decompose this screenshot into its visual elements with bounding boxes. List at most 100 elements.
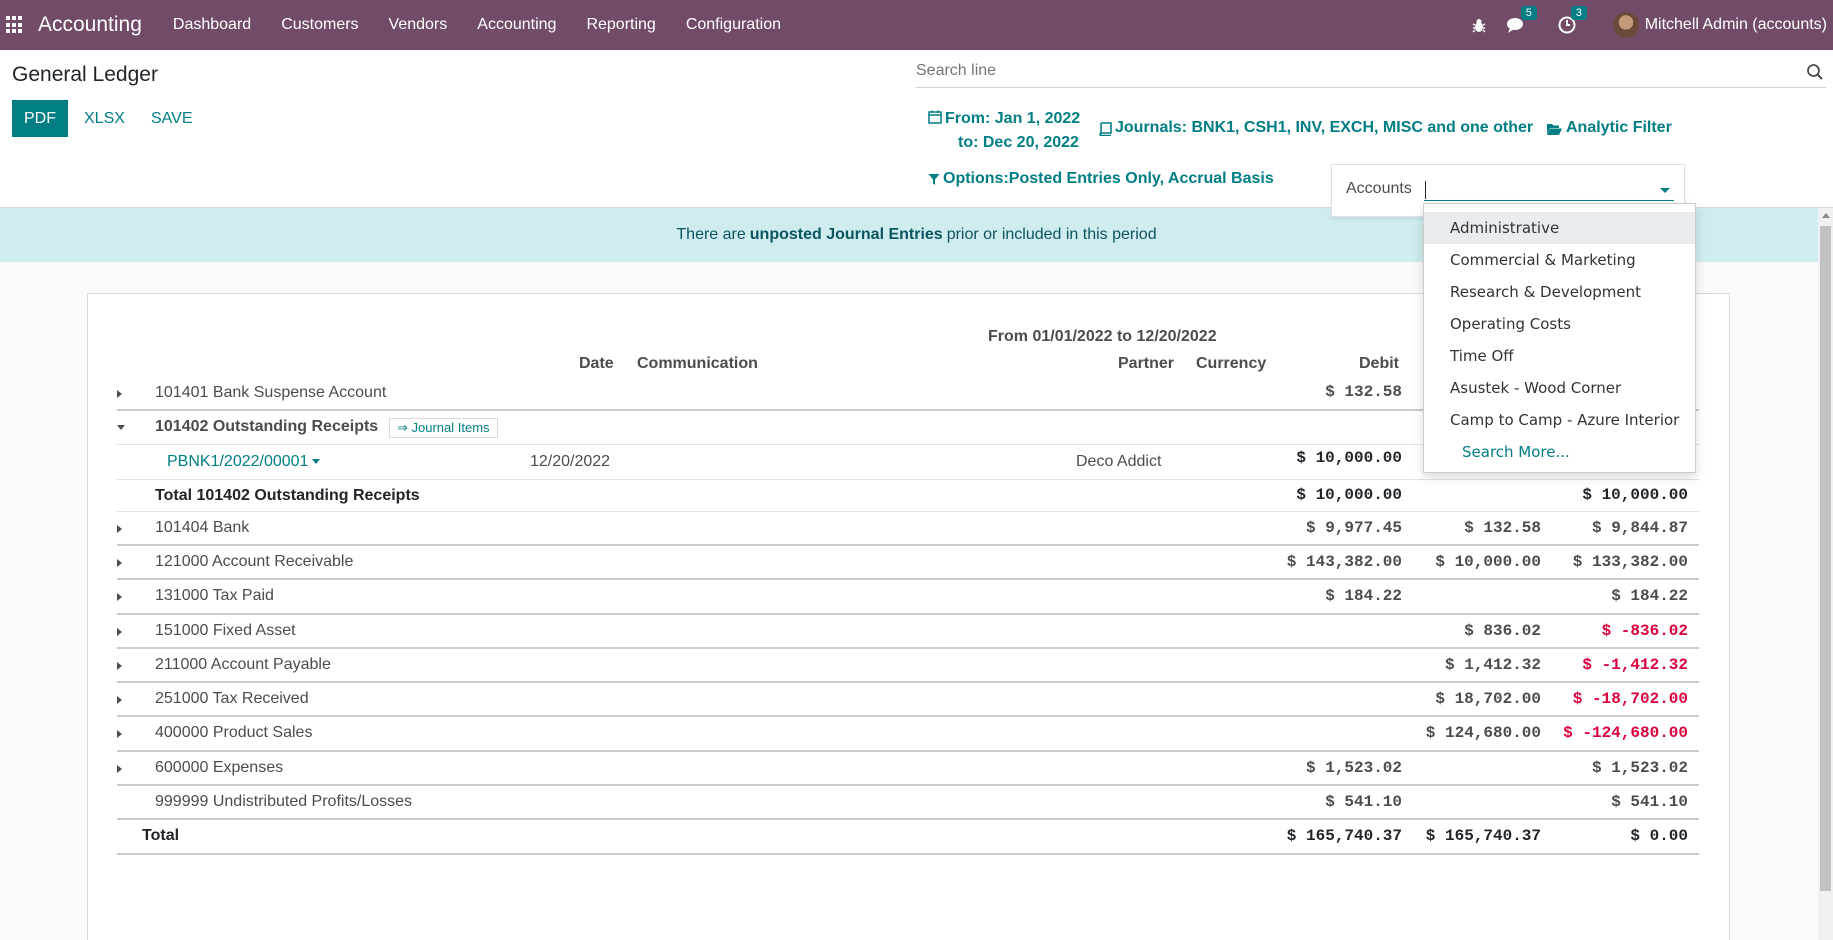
account-name: 101404 Bank xyxy=(155,519,250,536)
expand-caret-icon[interactable] xyxy=(117,559,122,567)
search-input[interactable] xyxy=(916,60,1776,80)
balance-value: $ -18,702.00 xyxy=(1572,690,1688,708)
expand-caret-icon[interactable] xyxy=(117,593,122,601)
expand-caret-icon[interactable] xyxy=(117,696,122,704)
account-name: 131000 Tax Paid xyxy=(155,587,274,604)
xlsx-button[interactable]: XLSX xyxy=(84,100,125,137)
debit-value: $ 143,382.00 xyxy=(1286,553,1402,571)
account-name: 211000 Account Payable xyxy=(155,656,331,673)
filter-icon xyxy=(928,174,940,185)
expand-caret-icon[interactable] xyxy=(117,662,122,670)
book-icon xyxy=(1099,122,1112,136)
page-scrollbar[interactable] xyxy=(1818,208,1833,940)
dropdown-arrow-icon[interactable] xyxy=(1660,188,1670,193)
dropdown-option[interactable]: Research & Development xyxy=(1424,276,1695,308)
accounts-dropdown: Administrative Commercial & Marketing Re… xyxy=(1423,203,1696,473)
debit-value: $ 184.22 xyxy=(1325,587,1402,605)
dropdown-option[interactable]: Administrative xyxy=(1424,212,1695,244)
options-filter[interactable]: Options:Posted Entries Only, Accrual Bas… xyxy=(928,170,1274,188)
messages-badge: 5 xyxy=(1520,6,1537,20)
expand-caret-icon[interactable] xyxy=(117,390,122,398)
expand-caret-icon[interactable] xyxy=(117,525,122,533)
search-more-link[interactable]: Search More... xyxy=(1424,436,1695,468)
balance-value: $ -836.02 xyxy=(1601,622,1688,640)
messages-icon[interactable]: 5 xyxy=(1506,6,1537,35)
expand-caret-icon[interactable] xyxy=(117,730,122,738)
text-cursor xyxy=(1425,181,1426,199)
date-filter[interactable]: From: Jan 1, 2022 to: Dec 20, 2022 xyxy=(928,107,1080,155)
account-name: 400000 Product Sales xyxy=(155,724,313,741)
analytic-label: Analytic Filter xyxy=(1566,119,1672,136)
apps-menu-icon[interactable] xyxy=(6,16,24,34)
pdf-button[interactable]: PDF xyxy=(12,100,68,137)
collapse-caret-icon[interactable] xyxy=(117,425,125,430)
table-row[interactable]: 101404 Bank xyxy=(117,512,1699,546)
table-row[interactable]: 600000 Expenses xyxy=(117,752,1699,786)
menu-accounting[interactable]: Accounting xyxy=(462,16,571,34)
save-button[interactable]: SAVE xyxy=(151,100,193,137)
activities-icon[interactable]: 3 xyxy=(1557,6,1587,35)
table-row[interactable]: 131000 Tax Paid xyxy=(117,580,1699,615)
bug-icon[interactable] xyxy=(1469,15,1489,35)
total-balance: $ 0.00 xyxy=(1630,827,1688,845)
analytic-filter[interactable]: Analytic Filter xyxy=(1546,119,1672,137)
menu-configuration[interactable]: Configuration xyxy=(671,16,796,34)
expand-caret-icon[interactable] xyxy=(117,628,122,636)
date-from: From: Jan 1, 2022 xyxy=(945,110,1081,127)
table-row: 999999 Undistributed Profits/Losses xyxy=(117,786,1699,820)
total-credit: $ 165,740.37 xyxy=(1425,827,1541,845)
dropdown-option[interactable]: Commercial & Marketing xyxy=(1424,244,1695,276)
entry-caret-icon xyxy=(312,459,321,465)
navbar-systray: 5 3 Mitchell Admin (accounts) xyxy=(1469,0,1833,50)
journals-label: Journals: BNK1, CSH1, INV, EXCH, MISC an… xyxy=(1115,119,1534,136)
search-bar xyxy=(916,60,1826,88)
credit-value: $ 836.02 xyxy=(1464,622,1541,640)
account-name: 999999 Undistributed Profits/Losses xyxy=(155,793,413,810)
expand-caret-icon[interactable] xyxy=(117,765,122,773)
menu-customers[interactable]: Customers xyxy=(266,16,373,34)
account-name: 251000 Tax Received xyxy=(155,690,309,707)
options-label: Options:Posted Entries Only, Accrual Bas… xyxy=(943,170,1274,187)
entry-link[interactable]: PBNK1/2022/00001 xyxy=(167,453,321,471)
dropdown-option[interactable]: Time Off xyxy=(1424,340,1695,372)
folder-open-icon xyxy=(1547,124,1562,135)
accounts-input[interactable] xyxy=(1424,179,1674,201)
app-name[interactable]: Accounting xyxy=(38,13,142,37)
page-title: General Ledger xyxy=(12,63,158,86)
credit-value: $ 18,702.00 xyxy=(1435,690,1541,708)
user-avatar[interactable] xyxy=(1612,12,1639,38)
credit-value: $ 1,412.32 xyxy=(1444,656,1541,674)
scroll-thumb[interactable] xyxy=(1820,226,1831,891)
dropdown-option[interactable]: Operating Costs xyxy=(1424,308,1695,340)
credit-value: $ 124,680.00 xyxy=(1425,724,1541,742)
debit-value: $ 10,000.00 xyxy=(1296,486,1402,504)
date-to: to: Dec 20, 2022 xyxy=(958,134,1079,151)
journal-items-button[interactable]: ⇒ Journal Items xyxy=(389,418,498,438)
menu-reporting[interactable]: Reporting xyxy=(571,16,670,34)
main-menu: Dashboard Customers Vendors Accounting R… xyxy=(158,16,796,34)
account-name: Total 101402 Outstanding Receipts xyxy=(155,487,420,504)
debit-value: $ 9,977.45 xyxy=(1305,519,1402,537)
menu-dashboard[interactable]: Dashboard xyxy=(158,16,266,34)
activities-badge: 3 xyxy=(1570,6,1587,20)
calendar-icon xyxy=(928,110,942,124)
account-name: 101401 Bank Suspense Account xyxy=(155,384,387,401)
table-row[interactable]: 151000 Fixed Asset xyxy=(117,615,1699,649)
col-header-debit: Debit xyxy=(1359,355,1399,372)
account-name: 121000 Account Receivable xyxy=(155,553,354,570)
journals-filter[interactable]: Journals: BNK1, CSH1, INV, EXCH, MISC an… xyxy=(1099,119,1533,137)
report-period: From 01/01/2022 to 12/20/2022 xyxy=(988,328,1217,345)
dropdown-option[interactable]: Asustek - Wood Corner xyxy=(1424,372,1695,404)
entry-ref: PBNK1/2022/00001 xyxy=(167,453,309,470)
menu-vendors[interactable]: Vendors xyxy=(374,16,463,34)
balance-value: $ 1,523.02 xyxy=(1591,759,1688,777)
balance-value: $ 184.22 xyxy=(1611,587,1688,605)
col-header-communication: Communication xyxy=(637,355,758,372)
account-name: 600000 Expenses xyxy=(155,759,284,776)
search-icon[interactable] xyxy=(1806,63,1824,81)
unposted-entries-link[interactable]: unposted Journal Entries xyxy=(750,226,943,244)
dropdown-option[interactable]: Camp to Camp - Azure Interior xyxy=(1424,404,1695,436)
scroll-up-icon[interactable] xyxy=(1822,213,1830,218)
user-menu[interactable]: Mitchell Admin (accounts) xyxy=(1645,16,1827,34)
entry-partner: Deco Addict xyxy=(1076,453,1162,470)
